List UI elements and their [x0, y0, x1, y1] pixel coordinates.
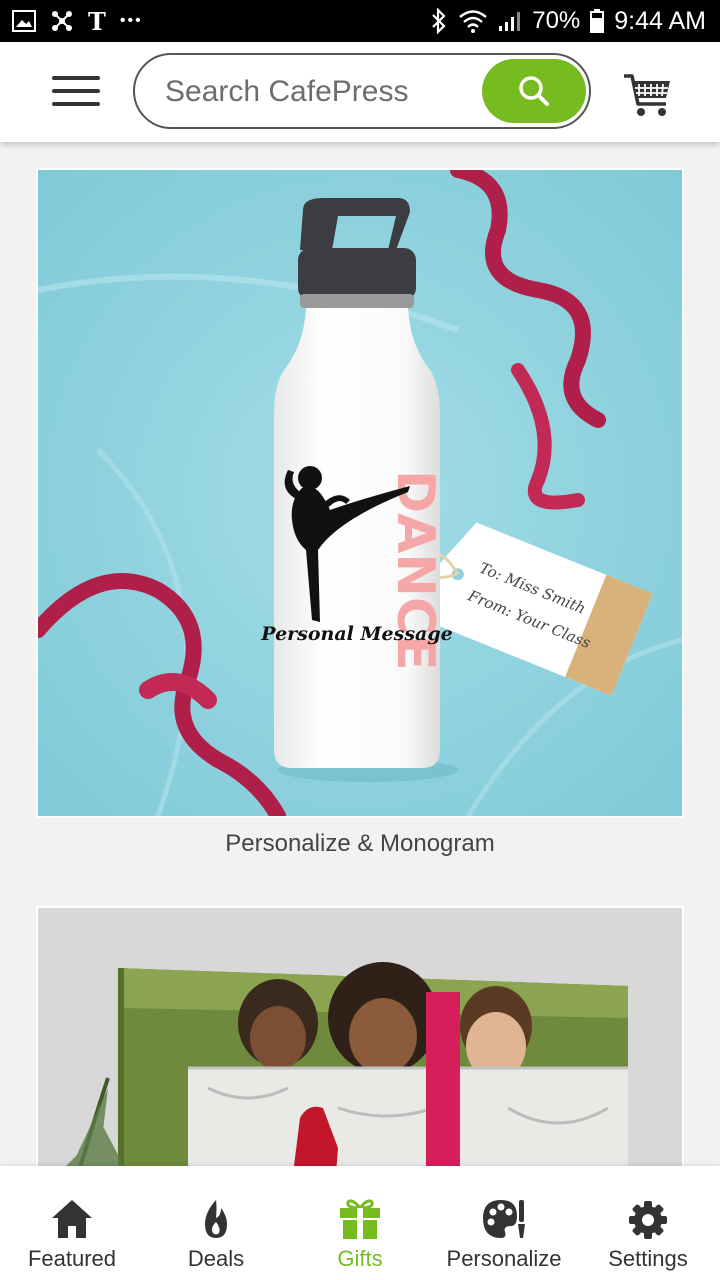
content-feed: To: Miss Smith From: Your Class DANCE Pe… — [0, 142, 720, 1166]
nav-label-deals: Deals — [187, 1246, 245, 1271]
nav-item-deals[interactable]: Deals — [144, 1166, 288, 1280]
battery-icon — [590, 9, 605, 33]
bottle-personal-message: Personal Message — [260, 623, 452, 645]
wifi-icon — [459, 10, 488, 33]
nav-label-featured: Featured — [27, 1246, 117, 1271]
status-right: 70% 9:44 AM — [430, 7, 706, 36]
water-bottle-photo: To: Miss Smith From: Your Class DANCE Pe… — [38, 170, 682, 816]
bottom-nav: Featured Deals Gifts Personalize Setting… — [0, 1166, 720, 1280]
nav-item-personalize[interactable]: Personalize — [432, 1166, 576, 1280]
gear-icon — [629, 1201, 667, 1239]
home-icon — [52, 1200, 92, 1238]
nav-label-personalize: Personalize — [446, 1246, 562, 1271]
menu-icon[interactable] — [52, 76, 100, 110]
nav-item-settings[interactable]: Settings — [576, 1166, 720, 1280]
nav-label-gifts: Gifts — [337, 1246, 383, 1271]
network-icon — [52, 11, 72, 31]
cart-button[interactable] — [622, 70, 674, 120]
category-card-photo-gifts[interactable] — [36, 906, 684, 1166]
flame-icon — [205, 1200, 227, 1238]
carrier-t-icon: T — [88, 6, 106, 36]
nav-item-gifts[interactable]: Gifts — [288, 1166, 432, 1280]
card-caption[interactable]: Personalize & Monogram — [36, 830, 684, 858]
nav-item-featured[interactable]: Featured — [0, 1166, 144, 1280]
app-header — [0, 42, 720, 142]
cart-icon — [624, 74, 670, 116]
battery-percent: 70% — [532, 7, 581, 34]
gallery-icon — [12, 10, 36, 32]
search-bar — [133, 53, 591, 129]
clock: 9:44 AM — [614, 6, 706, 35]
signal-icon — [499, 12, 521, 31]
status-left: T ••• — [12, 7, 143, 36]
palette-icon — [483, 1200, 525, 1238]
more-notifications-icon: ••• — [119, 12, 143, 29]
card-image[interactable] — [36, 906, 684, 1166]
search-icon — [519, 76, 549, 106]
gift-icon — [340, 1199, 380, 1239]
status-bar: T ••• 70% 9:44 AM — [0, 0, 720, 42]
search-button[interactable] — [482, 59, 586, 123]
search-input[interactable] — [163, 55, 467, 129]
card-image[interactable]: To: Miss Smith From: Your Class DANCE Pe… — [36, 168, 684, 818]
bluetooth-icon — [432, 8, 446, 34]
family-canvas-photo — [38, 908, 682, 1166]
category-card-personalize[interactable]: To: Miss Smith From: Your Class DANCE Pe… — [36, 168, 684, 858]
nav-label-settings: Settings — [608, 1246, 688, 1271]
